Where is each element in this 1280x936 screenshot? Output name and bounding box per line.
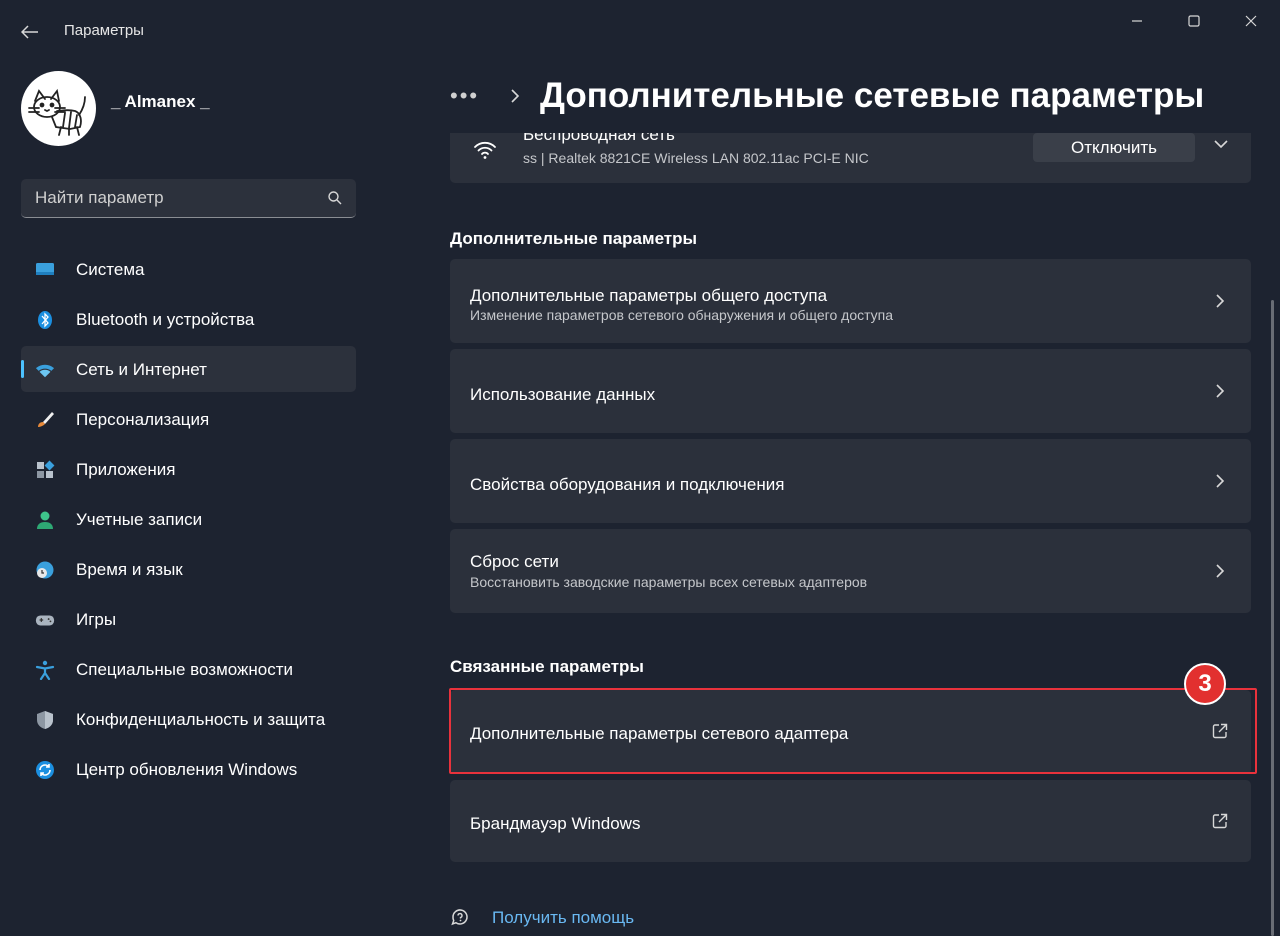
main-content: Беспроводная сеть ss | Realtek 8821CE Wi… bbox=[450, 133, 1251, 936]
minimize-icon bbox=[1132, 20, 1142, 22]
chevron-right-icon bbox=[1216, 474, 1225, 488]
adapter-details: ss | Realtek 8821CE Wireless LAN 802.11a… bbox=[523, 150, 869, 166]
back-button[interactable] bbox=[14, 18, 46, 46]
apps-icon bbox=[35, 460, 55, 480]
page-title: Дополнительные сетевые параметры bbox=[540, 76, 1205, 115]
search-input[interactable] bbox=[35, 179, 325, 217]
network-reset[interactable]: Сброс сети Восстановить заводские параме… bbox=[450, 529, 1251, 613]
card-title: Дополнительные параметры сетевого адапте… bbox=[470, 724, 849, 743]
sidebar-item-label: Игры bbox=[76, 610, 117, 629]
globe-clock-icon bbox=[35, 560, 55, 580]
user-profile[interactable]: _ Almanex _ bbox=[21, 71, 361, 147]
cat-avatar-icon bbox=[28, 88, 86, 136]
shield-icon bbox=[35, 710, 55, 730]
account-icon bbox=[35, 510, 55, 530]
sidebar-item-label: Время и язык bbox=[76, 560, 183, 579]
bluetooth-icon bbox=[35, 310, 55, 330]
sidebar-nav: Система Bluetooth и устройства Сеть и Ин… bbox=[21, 246, 356, 796]
data-usage[interactable]: Использование данных bbox=[450, 349, 1251, 433]
sidebar-item-time-language[interactable]: Время и язык bbox=[21, 546, 356, 592]
card-subtitle: Изменение параметров сетевого обнаружени… bbox=[470, 307, 894, 323]
chevron-down-icon[interactable] bbox=[1213, 139, 1229, 149]
chevron-right-icon bbox=[1216, 384, 1225, 398]
app-title: Параметры bbox=[64, 22, 144, 39]
sidebar-item-network[interactable]: Сеть и Интернет bbox=[21, 346, 356, 392]
sidebar-item-label: Приложения bbox=[76, 460, 176, 479]
accessibility-icon bbox=[35, 660, 55, 680]
annotation-step-badge: 3 bbox=[1184, 663, 1226, 705]
sidebar-item-label: Специальные возможности bbox=[76, 660, 294, 679]
adapter-name: Беспроводная сеть bbox=[523, 133, 675, 144]
chevron-right-icon bbox=[1216, 294, 1225, 308]
arrow-left-icon bbox=[21, 25, 38, 39]
get-help-link[interactable]: Получить помощь bbox=[492, 908, 634, 928]
close-icon bbox=[1245, 15, 1257, 27]
title-bar: Параметры bbox=[0, 0, 1280, 64]
adapter-card: Беспроводная сеть ss | Realtek 8821CE Wi… bbox=[450, 133, 1251, 183]
close-button[interactable] bbox=[1231, 8, 1271, 34]
breadcrumb-overflow-button[interactable]: ••• bbox=[450, 83, 500, 109]
sidebar-item-accessibility[interactable]: Специальные возможности bbox=[21, 646, 356, 692]
scrollbar[interactable] bbox=[1271, 300, 1274, 936]
gamepad-icon bbox=[35, 610, 55, 630]
windows-firewall[interactable]: Брандмауэр Windows bbox=[450, 780, 1251, 862]
card-title: Дополнительные параметры общего доступа bbox=[470, 286, 828, 305]
sidebar-item-personalization[interactable]: Персонализация bbox=[21, 396, 356, 442]
chevron-right-icon bbox=[500, 88, 530, 104]
advanced-sharing-settings[interactable]: Дополнительные параметры общего доступа … bbox=[450, 259, 1251, 343]
help-chat-icon bbox=[451, 909, 468, 926]
minimize-button[interactable] bbox=[1117, 8, 1157, 34]
sidebar-item-label: Сеть и Интернет bbox=[76, 360, 207, 379]
sidebar-item-windows-update[interactable]: Центр обновления Windows bbox=[21, 746, 356, 792]
system-icon bbox=[35, 260, 55, 280]
external-link-icon bbox=[1212, 723, 1228, 739]
card-subtitle: Восстановить заводские параметры всех се… bbox=[470, 574, 868, 590]
update-icon bbox=[35, 760, 55, 780]
sidebar-item-label: Система bbox=[76, 260, 145, 279]
sidebar-item-label: Центр обновления Windows bbox=[76, 760, 298, 779]
sidebar-item-label: Учетные записи bbox=[76, 510, 203, 529]
card-title: Использование данных bbox=[470, 385, 656, 404]
breadcrumb: ••• Дополнительные сетевые параметры bbox=[450, 74, 1204, 118]
sidebar-item-accounts[interactable]: Учетные записи bbox=[21, 496, 356, 542]
section-heading-advanced: Дополнительные параметры bbox=[450, 229, 698, 248]
disconnect-button[interactable]: Отключить bbox=[1033, 133, 1195, 162]
brush-icon bbox=[35, 410, 55, 430]
sidebar-item-label: Конфиденциальность и защита bbox=[76, 710, 326, 729]
section-heading-related: Связанные параметры bbox=[450, 657, 644, 676]
search-box[interactable] bbox=[21, 179, 356, 218]
chevron-right-icon bbox=[1216, 564, 1225, 578]
sidebar-item-bluetooth[interactable]: Bluetooth и устройства bbox=[21, 296, 356, 342]
card-title: Брандмауэр Windows bbox=[470, 814, 641, 833]
external-link-icon bbox=[1212, 813, 1228, 829]
maximize-icon bbox=[1188, 15, 1200, 27]
sidebar-item-label: Персонализация bbox=[76, 410, 210, 429]
wifi-icon bbox=[35, 360, 55, 380]
hardware-connection-properties[interactable]: Свойства оборудования и подключения bbox=[450, 439, 1251, 523]
sidebar-item-label: Bluetooth и устройства bbox=[76, 310, 255, 329]
maximize-button[interactable] bbox=[1174, 8, 1214, 34]
sidebar-item-gaming[interactable]: Игры bbox=[21, 596, 356, 642]
wifi-icon bbox=[474, 141, 496, 159]
advanced-adapter-options[interactable]: Дополнительные параметры сетевого адапте… bbox=[450, 690, 1251, 774]
username: _ Almanex _ bbox=[111, 92, 210, 111]
card-title: Сброс сети bbox=[470, 552, 559, 571]
sidebar-item-apps[interactable]: Приложения bbox=[21, 446, 356, 492]
search-icon[interactable] bbox=[326, 189, 344, 207]
card-title: Свойства оборудования и подключения bbox=[470, 475, 785, 494]
get-help[interactable]: Получить помощь bbox=[450, 904, 634, 932]
avatar bbox=[21, 71, 96, 146]
sidebar-item-system[interactable]: Система bbox=[21, 246, 356, 292]
sidebar-item-privacy[interactable]: Конфиденциальность и защита bbox=[21, 696, 356, 742]
